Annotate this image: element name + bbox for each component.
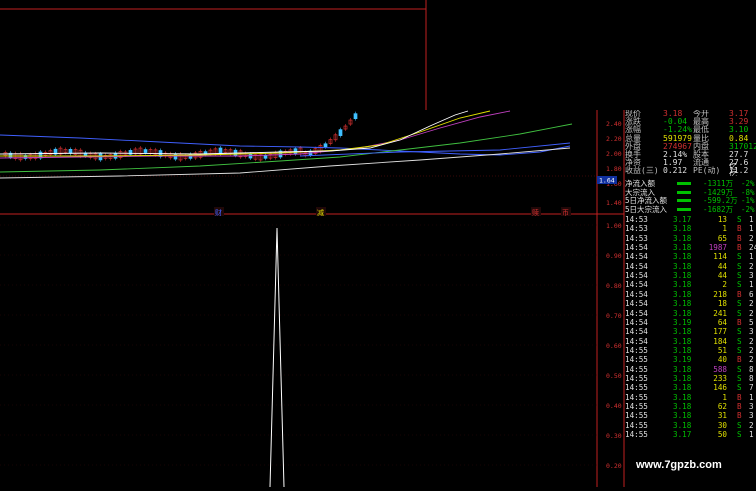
quote-panel: 现价 3.18 今开 3.17 涨跌 -0.04 最高 3.29 涨幅 -1.24% 最低 3.10 总…: [625, 110, 756, 176]
price-axis-label: 1.40: [606, 199, 622, 207]
price-axis-label: 1.80: [606, 165, 622, 173]
indicator-axis-label: 0.90: [606, 252, 622, 260]
trade-tick-list[interactable]: 14:53 3.17 13 S 1 14:53 3.18 1 B 1 14:53 3.18 65 B 2 14…: [625, 216, 756, 440]
candlestick: [68, 148, 73, 154]
indicator-axis-label: 0.20: [606, 462, 622, 470]
quote-label: PE(动): [693, 166, 721, 176]
price-axis-label: 2.00: [606, 150, 622, 158]
candlestick: [338, 129, 343, 136]
event-marker-1: 减: [317, 208, 324, 217]
event-marker-3: 币: [562, 209, 569, 217]
flow-row: 5日大宗流入 -1682万 -2%: [625, 204, 755, 215]
fund-flow-panel: 净流入额 -1311万 -2% 大宗流入 -1429万 -8% 5日净流入额 -599.2万 -…: [625, 178, 756, 214]
candlestick: [353, 113, 358, 120]
watermark-text: www.7gpzb.com: [636, 459, 722, 471]
event-marker-2: 赎: [532, 208, 539, 217]
flow-bar: [677, 182, 691, 185]
candlestick: [263, 154, 268, 159]
flow-pct: -2%: [741, 204, 755, 214]
price-axis-label: 2.20: [606, 135, 622, 143]
price-axis-label: 2.40: [606, 120, 622, 128]
indicator-axis-label: 0.70: [606, 312, 622, 320]
event-marker-0: 财: [215, 208, 222, 217]
candlestick: [323, 143, 328, 148]
indicator-axis-label: 0.30: [606, 432, 622, 440]
candlestick: [128, 150, 133, 155]
quote-value: 0.212: [663, 166, 688, 176]
quote-row: 收益(三) 0.212 PE(动) 11.2: [625, 165, 755, 176]
trade-row: 14:55 3.17 50 S 1: [625, 430, 756, 440]
ma10-line: [0, 110, 491, 157]
trade-price: 3.17: [673, 430, 692, 440]
stock-chart-window: 财减赎币2.402.202.001.801.601.641.401.000.90…: [0, 0, 756, 488]
flow-bar: [677, 199, 691, 202]
current-price-marker: 1.64: [599, 177, 615, 185]
candlestick: [143, 149, 148, 153]
trade-volume: 50: [717, 430, 727, 440]
indicator-axis-label: 0.50: [606, 372, 622, 380]
ma30-line: [0, 123, 573, 173]
indicator-axis-label: 0.60: [606, 342, 622, 350]
indicator-axis-label: 0.40: [606, 402, 622, 410]
indicator-axis-label: 1.00: [606, 222, 622, 230]
trade-count: 1: [749, 430, 754, 440]
flow-bar: [677, 207, 691, 211]
indicator-axis-label: 0.80: [606, 282, 622, 290]
quote-label: 收益(三): [625, 166, 659, 176]
indicator-spike-line: [269, 227, 285, 488]
flow-bar: [677, 190, 691, 194]
flow-value: -1682万: [703, 204, 734, 214]
quote-value: 11.2: [729, 166, 749, 176]
trade-time: 14:55: [625, 430, 648, 440]
trade-side: S: [737, 430, 742, 440]
flow-label: 5日大宗流入: [625, 204, 668, 214]
candlestick: [293, 148, 298, 155]
